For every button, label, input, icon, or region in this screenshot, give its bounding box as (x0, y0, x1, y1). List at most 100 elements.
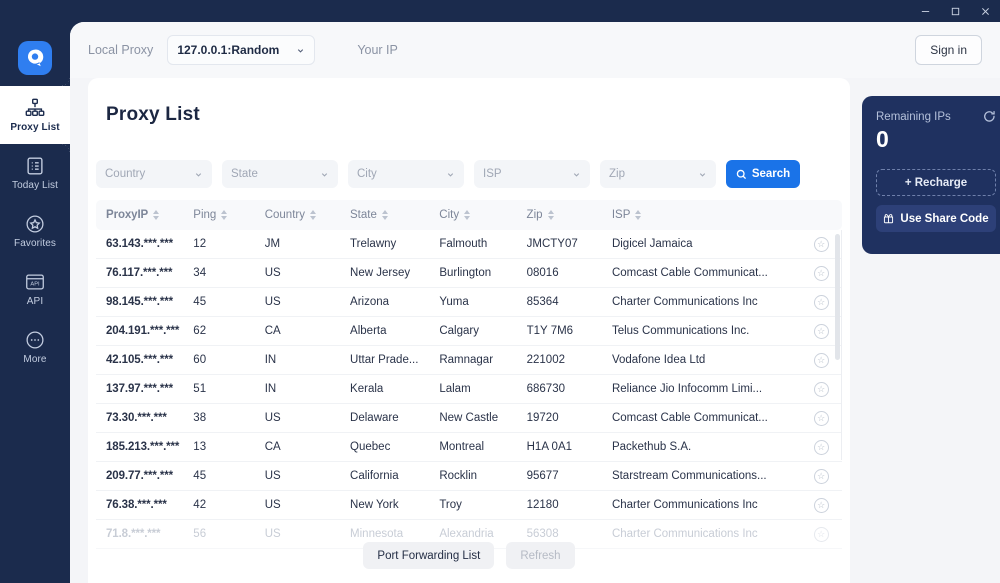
cell-isp: Charter Communications Inc (612, 296, 800, 308)
table-row[interactable]: 63.143.***.***12JMTrelawnyFalmouthJMCTY0… (96, 230, 842, 259)
column-header-country[interactable]: Country (265, 209, 350, 221)
sidebar-item-label: Proxy List (10, 122, 59, 133)
cell-proxyip: 42.105.***.*** (106, 354, 193, 366)
star-outline-icon[interactable]: ☆ (814, 382, 829, 397)
filter-isp-select[interactable]: ISP (474, 160, 590, 188)
filter-zip-value: Zip (609, 168, 625, 180)
table-row[interactable]: 204.191.***.***62CAAlbertaCalgaryT1Y 7M6… (96, 317, 842, 346)
port-forwarding-label: Port Forwarding List (377, 550, 480, 562)
column-header-city[interactable]: City (439, 209, 526, 221)
cell-isp: Charter Communications Inc (612, 499, 800, 511)
table-row[interactable]: 76.38.***.***42USNew YorkTroy12180Charte… (96, 491, 842, 520)
star-outline-icon[interactable]: ☆ (814, 411, 829, 426)
table-row[interactable]: 76.117.***.***34USNew JerseyBurlington08… (96, 259, 842, 288)
star-outline-icon[interactable]: ☆ (814, 324, 829, 339)
cell-proxyip: 76.117.***.*** (106, 267, 193, 279)
recharge-button[interactable]: + Recharge (876, 169, 996, 196)
sidebar-item-favorites[interactable]: Favorites (0, 202, 70, 260)
table-row[interactable]: 209.77.***.***45USCaliforniaRocklin95677… (96, 462, 842, 491)
table-row[interactable]: 98.145.***.***45USArizonaYuma85364Charte… (96, 288, 842, 317)
table-scrollbar[interactable] (835, 234, 840, 534)
cell-country: US (265, 267, 350, 279)
cell-zip: 85364 (527, 296, 612, 308)
column-header-zip[interactable]: Zip (527, 209, 612, 221)
filter-state-select[interactable]: State (222, 160, 338, 188)
card-footer: Port Forwarding List Refresh (88, 542, 850, 569)
cell-proxyip: 209.77.***.*** (106, 470, 193, 482)
cell-state: Trelawny (350, 238, 439, 250)
cell-country: CA (265, 325, 350, 337)
close-button[interactable] (970, 0, 1000, 22)
star-outline-icon[interactable]: ☆ (814, 469, 829, 484)
star-outline-icon[interactable]: ☆ (814, 353, 829, 368)
remaining-ips-header: Remaining IPs (876, 110, 996, 123)
proxy-table: ProxyIP Ping Country State City Zip ISP … (96, 200, 842, 552)
filter-country-value: Country (105, 168, 145, 180)
sign-in-button[interactable]: Sign in (915, 35, 982, 65)
cell-zip: 95677 (527, 470, 612, 482)
column-label: State (350, 209, 377, 221)
cell-country: CA (265, 441, 350, 453)
sidebar-item-label: Today List (12, 180, 58, 191)
sidebar-item-api[interactable]: API API (0, 260, 70, 318)
star-outline-icon[interactable]: ☆ (814, 295, 829, 310)
filter-zip-select[interactable]: Zip (600, 160, 716, 188)
search-button[interactable]: Search (726, 160, 800, 188)
cell-proxyip: 71.8.***.*** (106, 528, 193, 540)
local-proxy-select[interactable]: 127.0.0.1:Random (167, 35, 315, 65)
cell-state: New Jersey (350, 267, 439, 279)
filter-country-select[interactable]: Country (96, 160, 212, 188)
column-header-ping[interactable]: Ping (193, 209, 264, 221)
cell-isp: Digicel Jamaica (612, 238, 800, 250)
sort-icon (310, 210, 316, 220)
column-header-proxyip[interactable]: ProxyIP (106, 209, 193, 221)
use-share-code-button[interactable]: Use Share Code (876, 205, 996, 232)
sidebar-item-label: Favorites (14, 238, 56, 249)
cell-ping: 13 (193, 441, 264, 453)
remaining-ips-panel: Remaining IPs 0 + Recharge Use Share Cod… (862, 96, 1000, 254)
cell-proxyip: 137.97.***.*** (106, 383, 193, 395)
cell-isp: Starstream Communications... (612, 470, 800, 482)
window-titlebar (0, 0, 1000, 22)
table-row[interactable]: 73.30.***.***38USDelawareNew Castle19720… (96, 404, 842, 433)
cell-proxyip: 73.30.***.*** (106, 412, 193, 424)
column-label: City (439, 209, 459, 221)
sidebar-item-more[interactable]: More (0, 318, 70, 376)
table-row[interactable]: 185.213.***.***13CAQuebecMontrealH1A 0A1… (96, 433, 842, 462)
cell-city: Montreal (439, 441, 526, 453)
port-forwarding-list-button[interactable]: Port Forwarding List (363, 542, 494, 569)
star-outline-icon[interactable]: ☆ (814, 440, 829, 455)
star-outline-icon[interactable]: ☆ (814, 237, 829, 252)
cell-isp: Comcast Cable Communicat... (612, 267, 800, 279)
remaining-ips-count: 0 (876, 126, 996, 153)
your-ip-label: Your IP (357, 43, 398, 57)
column-header-state[interactable]: State (350, 209, 439, 221)
table-row[interactable]: 42.105.***.***60INUttar Prade...Ramnagar… (96, 346, 842, 375)
star-outline-icon[interactable]: ☆ (814, 527, 829, 542)
cell-city: Calgary (439, 325, 526, 337)
star-outline-icon[interactable]: ☆ (814, 266, 829, 281)
cell-state: Arizona (350, 296, 439, 308)
cell-zip: JMCTY07 (527, 238, 612, 250)
cell-city: Alexandria (439, 528, 526, 540)
cell-ping: 42 (193, 499, 264, 511)
search-label: Search (752, 168, 790, 180)
sidebar-item-proxy-list[interactable]: Proxy List (0, 86, 70, 144)
refresh-icon[interactable] (983, 110, 996, 123)
refresh-button[interactable]: Refresh (506, 542, 574, 569)
maximize-button[interactable] (940, 0, 970, 22)
filter-city-value: City (357, 168, 377, 180)
table-row[interactable]: 137.97.***.***51INKeralaLalam686730Relia… (96, 375, 842, 404)
sidebar-item-today-list[interactable]: Today List (0, 144, 70, 202)
filter-city-select[interactable]: City (348, 160, 464, 188)
scrollbar-thumb[interactable] (835, 234, 840, 360)
sitemap-icon (24, 97, 46, 119)
minimize-button[interactable] (910, 0, 940, 22)
cell-zip: 19720 (527, 412, 612, 424)
cell-state: Uttar Prade... (350, 354, 439, 366)
table-body: 63.143.***.***12JMTrelawnyFalmouthJMCTY0… (96, 230, 842, 549)
column-header-isp[interactable]: ISP (612, 209, 800, 221)
chevron-down-icon (698, 170, 707, 179)
cell-ping: 60 (193, 354, 264, 366)
star-outline-icon[interactable]: ☆ (814, 498, 829, 513)
